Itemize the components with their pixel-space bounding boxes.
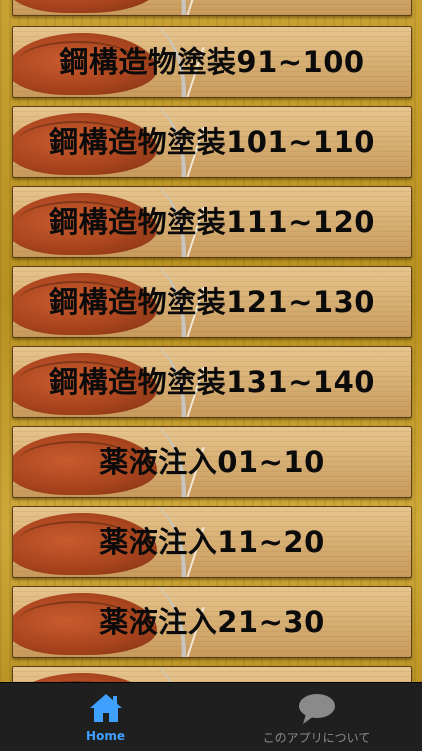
list-item[interactable]: 鋼構造物塗装131~140 <box>12 346 412 418</box>
list-item[interactable]: 鋼構造物塗装91~100 <box>12 26 412 98</box>
tab-home-label: Home <box>86 729 125 743</box>
list-item[interactable] <box>12 666 412 682</box>
tab-bar: Home このアプリについて <box>0 682 422 751</box>
house-icon <box>89 693 123 727</box>
speech-bubble-icon <box>297 693 337 729</box>
list-item-label: 鋼構造物塗装131~140 <box>49 365 375 399</box>
list-item[interactable] <box>12 0 412 16</box>
menu-list: 鋼構造物塗装91~100 鋼構造物塗装101~110 鋼構造物塗装111~120… <box>0 0 422 682</box>
list-item-label: 薬液注入01~10 <box>99 445 325 479</box>
list-item[interactable]: 鋼構造物塗装111~120 <box>12 186 412 258</box>
tab-home[interactable]: Home <box>0 683 211 751</box>
tab-about-app[interactable]: このアプリについて <box>211 683 422 751</box>
list-item-label <box>13 0 411 15</box>
list-item-label: 鋼構造物塗装91~100 <box>59 45 365 79</box>
list-item-label: 薬液注入11~20 <box>99 525 325 559</box>
list-item-label: 鋼構造物塗装111~120 <box>49 205 375 239</box>
list-item[interactable]: 薬液注入11~20 <box>12 506 412 578</box>
tab-about-label: このアプリについて <box>262 731 371 745</box>
list-item-label: 薬液注入21~30 <box>99 605 325 639</box>
list-item[interactable]: 鋼構造物塗装121~130 <box>12 266 412 338</box>
list-item-label: 鋼構造物塗装121~130 <box>49 285 375 319</box>
list-item-label <box>13 667 411 682</box>
list-item[interactable]: 鋼構造物塗装101~110 <box>12 106 412 178</box>
list-item[interactable]: 薬液注入01~10 <box>12 426 412 498</box>
list-item-label: 鋼構造物塗装101~110 <box>49 125 375 159</box>
list-item[interactable]: 薬液注入21~30 <box>12 586 412 658</box>
